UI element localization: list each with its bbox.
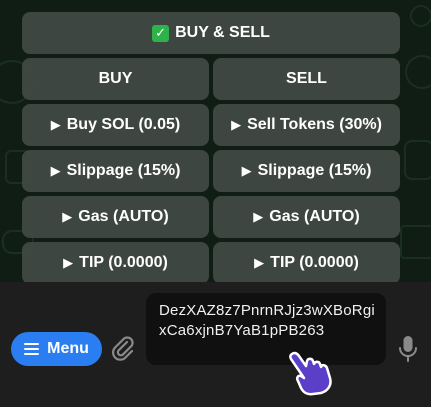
background-doodle (410, 5, 431, 27)
background-doodle (404, 140, 431, 180)
inline-keyboard: ✓ BUY & SELL BUY SELL ▶ Buy SOL (0.05) ▶… (22, 12, 400, 288)
buy-slippage-label: Slippage (15%) (66, 162, 181, 179)
play-triangle-icon: ▶ (253, 209, 264, 225)
menu-label: Menu (47, 340, 89, 357)
buy-sell-header-button[interactable]: ✓ BUY & SELL (22, 12, 400, 54)
play-triangle-icon: ▶ (254, 255, 265, 271)
message-input[interactable]: DezXAZ8z7PnrnRJjz3wXBoRgixCa6xjnB7YaB1pP… (146, 293, 386, 365)
tab-buy-label: BUY (98, 70, 133, 87)
sell-tip-label: TIP (0.0000) (270, 254, 359, 271)
buy-slippage-button[interactable]: ▶ Slippage (15%) (22, 150, 209, 192)
buy-gas-label: Gas (AUTO) (78, 208, 169, 225)
paperclip-icon[interactable] (110, 335, 136, 363)
sell-tip-button[interactable]: ▶ TIP (0.0000) (213, 242, 400, 284)
background-doodle (405, 55, 431, 89)
tab-sell-label: SELL (286, 70, 327, 87)
play-triangle-icon: ▶ (241, 163, 252, 179)
microphone-icon[interactable] (397, 334, 419, 364)
play-triangle-icon: ▶ (62, 209, 73, 225)
buy-tip-label: TIP (0.0000) (79, 254, 168, 271)
buy-tip-button[interactable]: ▶ TIP (0.0000) (22, 242, 209, 284)
tab-buy[interactable]: BUY (22, 58, 209, 100)
tab-sell[interactable]: SELL (213, 58, 400, 100)
sell-slippage-button[interactable]: ▶ Slippage (15%) (213, 150, 400, 192)
buy-gas-button[interactable]: ▶ Gas (AUTO) (22, 196, 209, 238)
play-triangle-icon: ▶ (231, 117, 242, 133)
pointer-hand-icon (286, 350, 336, 396)
sell-gas-label: Gas (AUTO) (269, 208, 360, 225)
buy-sol-label: Buy SOL (0.05) (66, 116, 181, 133)
sell-gas-button[interactable]: ▶ Gas (AUTO) (213, 196, 400, 238)
buy-sol-button[interactable]: ▶ Buy SOL (0.05) (22, 104, 209, 146)
play-triangle-icon: ▶ (63, 255, 74, 271)
menu-button[interactable]: Menu (11, 332, 102, 366)
play-triangle-icon: ▶ (50, 117, 61, 133)
background-doodle (400, 225, 431, 259)
play-triangle-icon: ▶ (50, 163, 61, 179)
check-box-icon: ✓ (152, 24, 170, 42)
buy-sell-label: BUY & SELL (175, 24, 270, 41)
hamburger-icon (24, 343, 40, 355)
sell-slippage-label: Slippage (15%) (257, 162, 372, 179)
sell-tokens-button[interactable]: ▶ Sell Tokens (30%) (213, 104, 400, 146)
sell-tokens-label: Sell Tokens (30%) (247, 116, 382, 133)
